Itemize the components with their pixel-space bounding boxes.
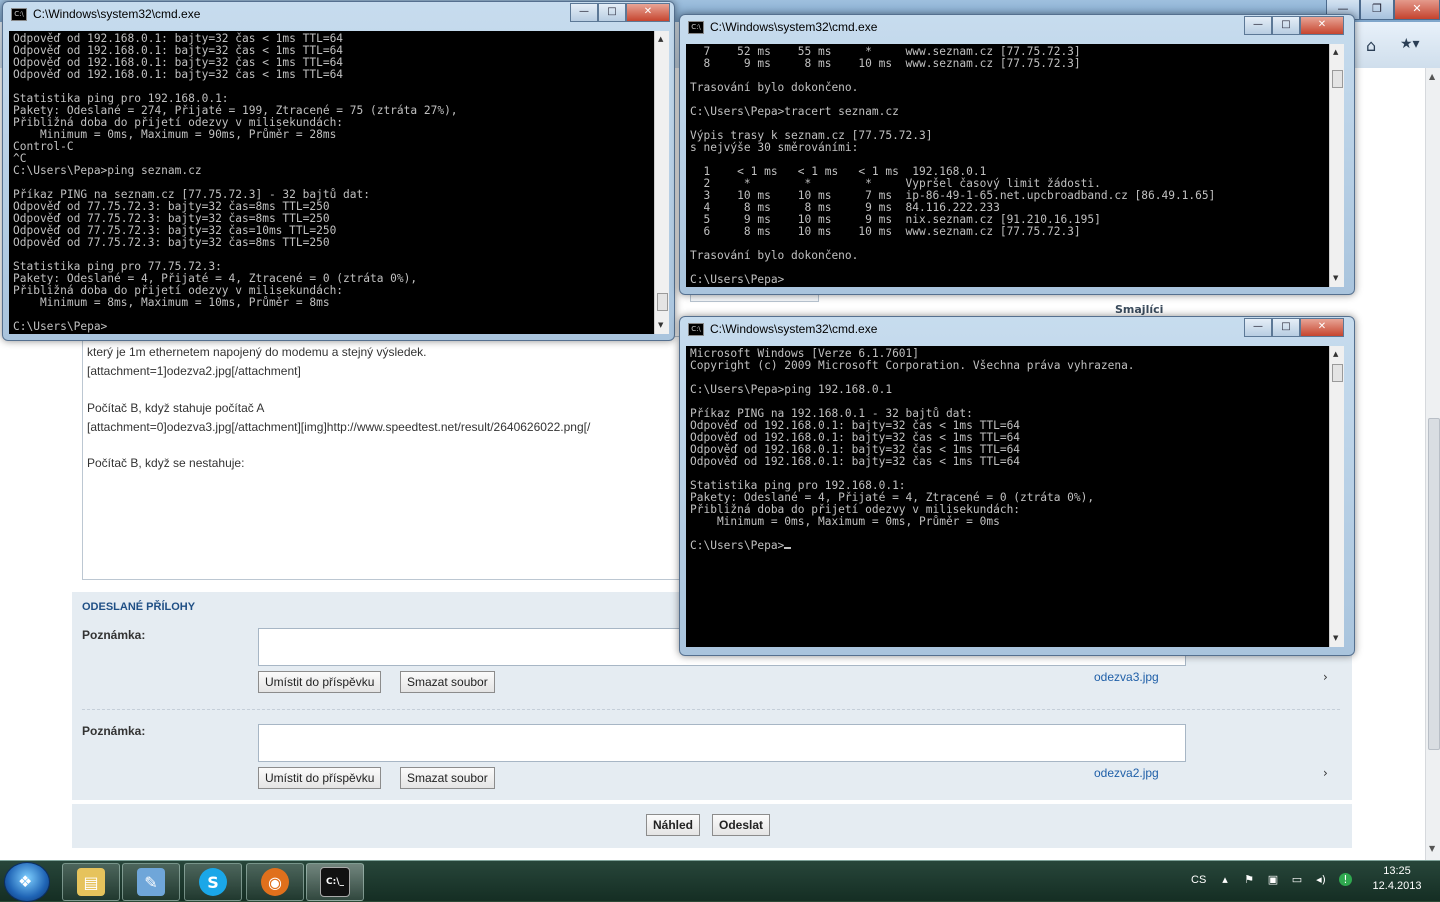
update-icon[interactable]: ! bbox=[1339, 873, 1352, 886]
system-clock[interactable]: 13:25 12.4.2013 bbox=[1362, 864, 1432, 894]
scroll-down-icon[interactable]: ▼ bbox=[1333, 274, 1338, 282]
chevron-right-icon[interactable]: › bbox=[1323, 670, 1328, 684]
console-scrollbar[interactable]: ▲ ▼ bbox=[654, 31, 669, 334]
volume-icon[interactable]: ◂) bbox=[1315, 873, 1327, 886]
cmd-app-icon: C:\ bbox=[11, 8, 27, 21]
console-text: 7 52 ms 55 ms * www.seznam.cz [77.75.72.… bbox=[690, 45, 1216, 286]
taskbar-explorer[interactable]: ▤ bbox=[62, 863, 120, 901]
close-button[interactable]: ✕ bbox=[1300, 16, 1344, 35]
attachments-section-title: ODESLANÉ PŘÍLOHY bbox=[82, 601, 196, 613]
console-text: Microsoft Windows [Verze 6.1.7601] Copyr… bbox=[686, 346, 1329, 554]
taskbar-cmd[interactable]: C:\_ bbox=[306, 863, 364, 901]
note-label: Poznámka: bbox=[82, 628, 146, 642]
skype-icon: S bbox=[199, 868, 227, 896]
close-button[interactable]: ✕ bbox=[1300, 318, 1344, 337]
cmd-window-title: C:\Windows\system32\cmd.exe bbox=[33, 7, 201, 21]
console-scroll-thumb[interactable] bbox=[657, 293, 668, 311]
cmd-window[interactable]: C:\ C:\Windows\system32\cmd.exe — □ ✕ Od… bbox=[2, 1, 675, 341]
scroll-up-icon[interactable]: ▲ bbox=[1429, 72, 1435, 81]
cmd-app-icon: C:\ bbox=[688, 323, 704, 336]
scroll-thumb[interactable] bbox=[1428, 418, 1440, 750]
cmd-window-title: C:\Windows\system32\cmd.exe bbox=[710, 322, 878, 336]
clock-time: 13:25 bbox=[1383, 865, 1411, 877]
minimize-button[interactable]: — bbox=[570, 3, 598, 22]
cmd-app-icon: C:\ bbox=[688, 21, 704, 34]
console-output[interactable]: Microsoft Windows [Verze 6.1.7601] Copyr… bbox=[686, 346, 1329, 647]
firefox-icon: ◉ bbox=[261, 868, 289, 896]
cmd-window-buttons: — □ ✕ bbox=[1244, 16, 1344, 35]
taskbar-paint[interactable]: ✎ bbox=[122, 863, 180, 901]
minimize-button[interactable]: — bbox=[1244, 318, 1272, 337]
note-input[interactable] bbox=[258, 724, 1186, 762]
chevron-right-icon[interactable]: › bbox=[1323, 766, 1328, 780]
home-icon[interactable]: ⌂ bbox=[1366, 36, 1386, 55]
editor-line: který je 1m ethernetem napojený do modem… bbox=[87, 345, 427, 359]
place-in-post-button[interactable]: Umístit do příspěvku bbox=[258, 767, 382, 789]
delete-file-button[interactable]: Smazat soubor bbox=[400, 767, 495, 789]
attachment-file-link[interactable]: odezva3.jpg bbox=[1094, 670, 1159, 684]
minimize-button[interactable]: — bbox=[1244, 16, 1272, 35]
scroll-up-icon[interactable]: ▲ bbox=[1333, 350, 1338, 358]
console-text: Odpověď od 192.168.0.1: bajty=32 čas < 1… bbox=[13, 32, 458, 333]
preview-button[interactable]: Náhled bbox=[646, 814, 701, 836]
delete-file-button[interactable]: Smazat soubor bbox=[400, 671, 495, 693]
close-button[interactable]: ✕ bbox=[626, 3, 670, 22]
place-in-post-button[interactable]: Umístit do příspěvku bbox=[258, 671, 382, 693]
taskbar-firefox[interactable]: ◉ bbox=[246, 863, 304, 901]
maximize-button[interactable]: □ bbox=[1272, 16, 1300, 35]
cmd-window-buttons: — □ ✕ bbox=[1244, 318, 1344, 337]
cmd-window-buttons: — □ ✕ bbox=[570, 3, 670, 22]
editor-line: Počítač B, když stahuje počítač A bbox=[87, 401, 265, 415]
note-label: Poznámka: bbox=[82, 724, 146, 738]
device-icon[interactable]: ▣ bbox=[1267, 873, 1279, 886]
form-actions-panel: Náhled Odeslat bbox=[72, 804, 1352, 848]
cmd-window-title: C:\Windows\system32\cmd.exe bbox=[710, 20, 878, 34]
show-hidden-icons-icon[interactable]: ▴ bbox=[1219, 873, 1231, 886]
clock-date: 12.4.2013 bbox=[1372, 880, 1422, 892]
cmd-icon: C:\_ bbox=[320, 867, 350, 897]
smileys-heading: Smajlíci bbox=[1115, 303, 1164, 316]
editor-line: [attachment=1]odezva2.jpg[/attachment] bbox=[87, 364, 301, 378]
console-text-content: Microsoft Windows [Verze 6.1.7601] Copyr… bbox=[690, 347, 1135, 552]
cmd-window-active[interactable]: C:\ C:\Windows\system32\cmd.exe — □ ✕ Mi… bbox=[679, 316, 1355, 656]
maximize-button[interactable]: □ bbox=[1272, 318, 1300, 337]
editor-line: [attachment=0]odezva3.jpg[/attachment][i… bbox=[87, 420, 591, 434]
browser-maximize-button[interactable]: ❐ bbox=[1360, 0, 1394, 20]
scroll-up-icon[interactable]: ▲ bbox=[658, 35, 663, 43]
attachment-divider bbox=[82, 709, 1340, 710]
console-output[interactable]: 7 52 ms 55 ms * www.seznam.cz [77.75.72.… bbox=[686, 44, 1329, 287]
browser-close-button[interactable]: ✕ bbox=[1394, 0, 1440, 20]
flag-icon[interactable]: ⚑ bbox=[1243, 873, 1255, 886]
attachment-file-link[interactable]: odezva2.jpg bbox=[1094, 766, 1159, 780]
maximize-button[interactable]: □ bbox=[598, 3, 626, 22]
scroll-down-icon[interactable]: ▼ bbox=[1429, 844, 1435, 853]
windows-logo-icon: ❖ bbox=[18, 872, 33, 891]
network-icon[interactable]: ▭ bbox=[1291, 873, 1303, 886]
console-scrollbar[interactable]: ▲ ▼ bbox=[1329, 44, 1344, 287]
taskbar-skype[interactable]: S bbox=[184, 863, 242, 901]
console-scrollbar[interactable]: ▲ ▼ bbox=[1329, 346, 1344, 647]
console-output[interactable]: Odpověď od 192.168.0.1: bajty=32 čas < 1… bbox=[9, 31, 654, 334]
scroll-down-icon[interactable]: ▼ bbox=[1333, 634, 1338, 642]
editor-line: Počítač B, když se nestahuje: bbox=[87, 456, 245, 470]
scroll-up-icon[interactable]: ▲ bbox=[1333, 48, 1338, 56]
paint-icon: ✎ bbox=[137, 868, 165, 896]
folder-icon: ▤ bbox=[77, 868, 105, 896]
cmd-window[interactable]: C:\ C:\Windows\system32\cmd.exe — □ ✕ 7 … bbox=[679, 14, 1355, 295]
start-button[interactable]: ❖ bbox=[4, 862, 50, 902]
bookmarks-icon[interactable]: ★▾ bbox=[1400, 36, 1434, 54]
language-indicator[interactable]: CS bbox=[1191, 874, 1206, 886]
console-scroll-thumb[interactable] bbox=[1332, 364, 1343, 382]
page-scrollbar[interactable]: ▲ ▼ bbox=[1425, 68, 1440, 860]
post-editor[interactable]: který je 1m ethernetem napojený do modem… bbox=[82, 336, 684, 580]
scroll-down-icon[interactable]: ▼ bbox=[658, 321, 663, 329]
text-cursor bbox=[784, 547, 792, 549]
submit-button[interactable]: Odeslat bbox=[712, 814, 771, 836]
console-scroll-thumb[interactable] bbox=[1332, 70, 1343, 88]
